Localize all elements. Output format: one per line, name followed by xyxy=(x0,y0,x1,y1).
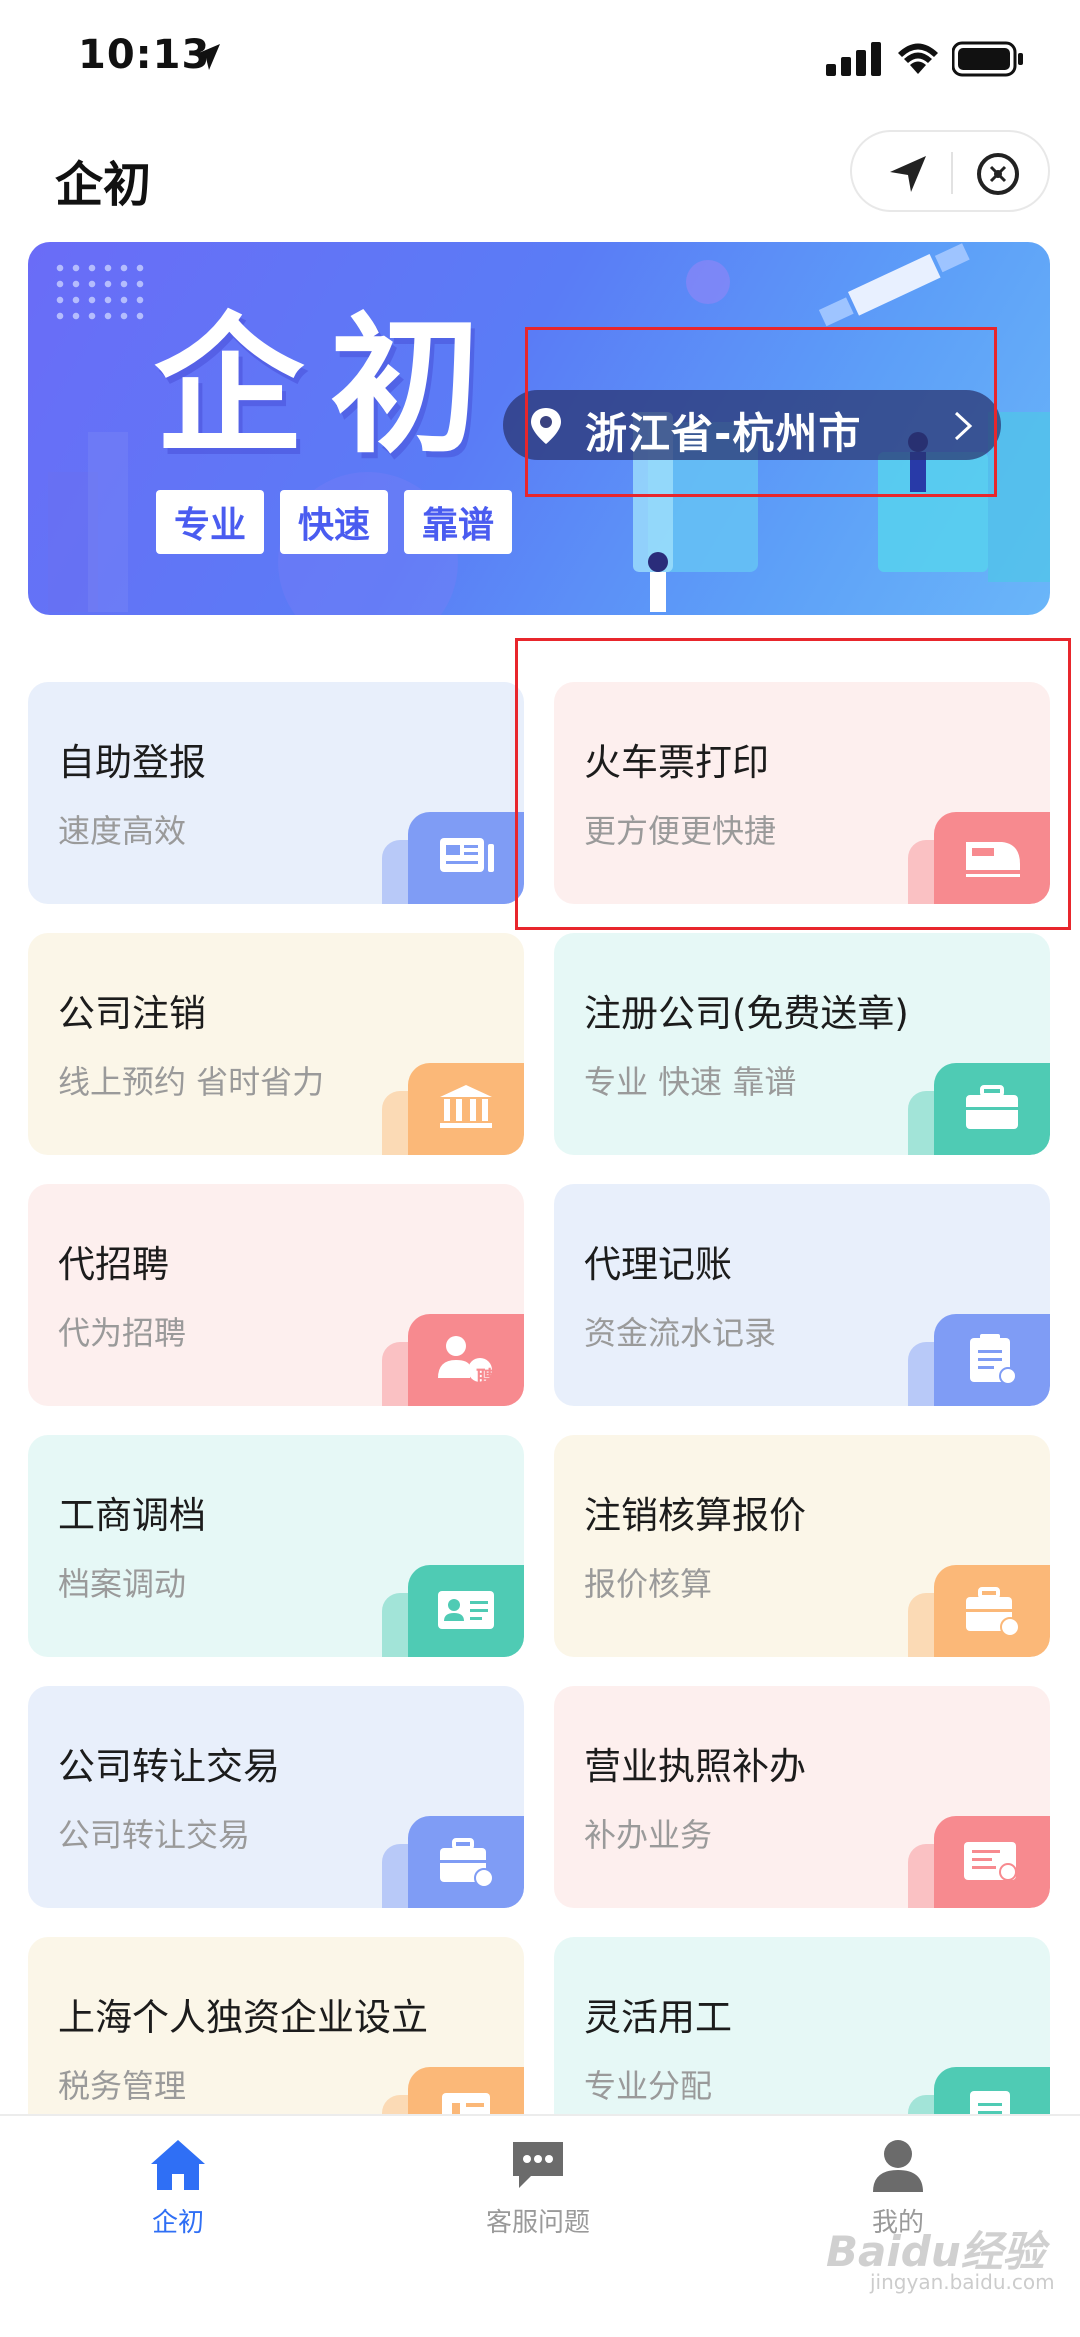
service-card-10[interactable]: 营业执照补办补办业务 xyxy=(554,1686,1050,1908)
service-card-subtitle: 报价核算 xyxy=(584,1565,713,1603)
chat-bubble-icon xyxy=(513,2142,563,2188)
tab-home[interactable]: 企初 xyxy=(78,2136,278,2239)
tab-customer-service[interactable]: 客服问题 xyxy=(438,2136,638,2239)
service-card-title: 灵活用工 xyxy=(584,1996,732,2039)
service-card-subtitle: 代为招聘 xyxy=(58,1314,187,1352)
service-card-8[interactable]: 注销核算报价报价核算 xyxy=(554,1435,1050,1657)
recruit-badge: 聘 xyxy=(476,1366,496,1390)
service-card-subtitle: 公司转让交易 xyxy=(58,1816,251,1854)
page-title: 企初 xyxy=(55,157,152,213)
service-card-title: 公司转让交易 xyxy=(58,1745,280,1788)
service-card-title: 注销核算报价 xyxy=(584,1494,806,1537)
service-card-subtitle: 速度高效 xyxy=(58,812,187,850)
service-card-subtitle: 资金流水记录 xyxy=(584,1314,777,1352)
newspaper-icon xyxy=(408,812,524,904)
bank-icon xyxy=(408,1063,524,1155)
banner-title: 企初 xyxy=(154,300,507,474)
service-card-7[interactable]: 工商调档 档案调动 xyxy=(28,1435,524,1657)
clipboard-icon xyxy=(934,1314,1050,1406)
close-mini-program-icon[interactable] xyxy=(974,150,1022,198)
recruit-icon: 聘 xyxy=(408,1314,524,1406)
service-card-subtitle: 线上预约 省时省力 xyxy=(58,1063,325,1101)
service-card-title: 自助登报 xyxy=(58,741,206,784)
transfer-briefcase-icon xyxy=(408,1816,524,1908)
service-card-title: 注册公司(免费送章) xyxy=(584,992,909,1035)
battery-icon xyxy=(952,41,1023,77)
service-card-1[interactable]: 自助登报 速度高效 xyxy=(28,682,524,904)
location-arrow-icon xyxy=(194,44,220,70)
service-card-4[interactable]: 注册公司(免费送章) 专业 快速 靠谱 xyxy=(554,933,1050,1155)
capsule-divider xyxy=(951,152,953,194)
banner-tags: 专业 快速 靠谱 xyxy=(156,490,513,554)
watermark-url: jingyan.baidu.com xyxy=(870,2270,1055,2294)
annotation-box-location xyxy=(525,327,997,497)
banner-tag-reliable: 靠谱 xyxy=(404,490,513,554)
service-card-subtitle: 补办业务 xyxy=(584,1816,713,1854)
cell-signal-icon xyxy=(826,42,881,76)
banner-tag-professional: 专业 xyxy=(156,490,265,554)
service-card-title: 代理记账 xyxy=(584,1243,732,1286)
service-card-6[interactable]: 代理记账资金流水记录 xyxy=(554,1184,1050,1406)
service-card-subtitle: 专业分配 xyxy=(584,2067,713,2105)
toolbox-icon xyxy=(934,1565,1050,1657)
service-card-subtitle: 档案调动 xyxy=(58,1565,187,1603)
status-time: 10:13 xyxy=(78,32,211,78)
service-card-title: 营业执照补办 xyxy=(584,1745,806,1788)
service-card-title: 代招聘 xyxy=(58,1243,169,1286)
service-card-subtitle: 专业 快速 靠谱 xyxy=(584,1063,797,1101)
service-card-title: 公司注销 xyxy=(58,992,206,1035)
service-card-9[interactable]: 公司转让交易 公司转让交易 xyxy=(28,1686,524,1908)
service-card-3[interactable]: 公司注销线上预约 省时省力 xyxy=(28,933,524,1155)
mini-program-capsule xyxy=(850,130,1050,212)
briefcase-icon xyxy=(934,1063,1050,1155)
license-icon xyxy=(934,1816,1050,1908)
banner-tag-fast: 快速 xyxy=(280,490,389,554)
home-icon xyxy=(151,2140,205,2190)
user-icon xyxy=(873,2140,923,2192)
service-card-5[interactable]: 代招聘代为招聘聘 xyxy=(28,1184,524,1406)
service-card-subtitle: 税务管理 xyxy=(58,2067,187,2105)
status-bar: 10:13 xyxy=(0,0,1080,120)
service-card-title: 工商调档 xyxy=(58,1494,206,1537)
annotation-box-train-ticket xyxy=(515,638,1071,930)
navigation-arrow-icon[interactable] xyxy=(886,152,930,196)
tab-home-label: 企初 xyxy=(151,2208,204,2238)
tab-customer-service-label: 客服问题 xyxy=(485,2208,590,2238)
wifi-icon xyxy=(898,43,938,74)
id-card-icon xyxy=(408,1565,524,1657)
service-card-title: 上海个人独资企业设立 xyxy=(58,1996,428,2039)
